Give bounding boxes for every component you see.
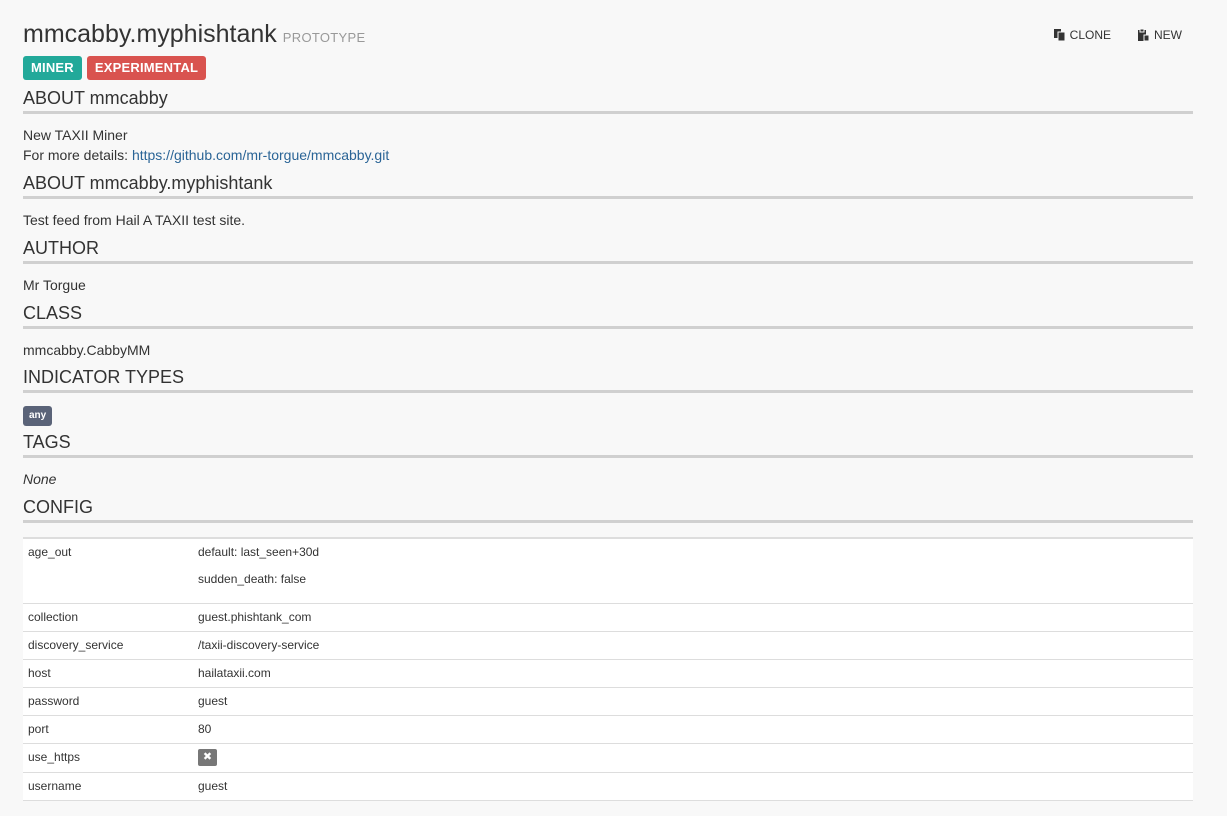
section-tags: TAGS None [23, 430, 1193, 489]
new-label: NEW [1154, 28, 1182, 42]
section-heading: CONFIG [23, 495, 1193, 523]
badges: MINER EXPERIMENTAL [23, 56, 207, 80]
config-row-password: password guest [23, 688, 1193, 716]
experimental-badge: EXPERIMENTAL [86, 56, 207, 80]
config-value-line: default: last_seen+30d [198, 545, 320, 559]
config-row-port: port 80 [23, 716, 1193, 744]
section-about-package: ABOUT mmcabby New TAXII Miner For more d… [23, 86, 1193, 165]
config-row-age-out: age_out default: last_seen+30d sudden_de… [23, 539, 1193, 604]
config-key: port [28, 722, 49, 736]
miner-badge: MINER [23, 56, 82, 80]
section-class: CLASS mmcabby.CabbyMM [23, 301, 1193, 360]
indicator-types-body: any [23, 393, 1193, 426]
clone-button[interactable]: CLONE [1053, 28, 1111, 42]
config-row-use-https: use_https ✖ [23, 744, 1193, 773]
tags-value: None [23, 471, 57, 487]
author-value: Mr Torgue [23, 277, 86, 293]
section-author: AUTHOR Mr Torgue [23, 236, 1193, 295]
new-icon [1138, 29, 1149, 41]
config-value: guest.phishtank_com [198, 610, 312, 624]
config-key: host [28, 666, 51, 680]
header-actions: CLONE NEW [1053, 28, 1182, 42]
section-heading: INDICATOR TYPES [23, 365, 1193, 393]
config-value: /taxii-discovery-service [198, 638, 320, 652]
package-description: New TAXII Miner [23, 127, 128, 143]
x-icon: ✖ [198, 749, 217, 766]
config-key: username [28, 779, 82, 793]
section-heading: ABOUT mmcabby.myphishtank [23, 171, 1193, 199]
status-label: PROTOTYPE [282, 30, 366, 45]
section-heading: ABOUT mmcabby [23, 86, 1193, 114]
indicator-type-badge: any [23, 406, 53, 426]
details-link[interactable]: https://github.com/mr-torgue/mmcabby.git [132, 147, 389, 163]
config-table: age_out default: last_seen+30d sudden_de… [23, 537, 1193, 801]
config-value-line: sudden_death: false [198, 572, 307, 586]
prototype-description: Test feed from Hail A TAXII test site. [23, 212, 246, 228]
page-title: mmcabby.myphishtank [23, 20, 277, 48]
config-value: guest [198, 779, 228, 793]
title-row: mmcabby.myphishtank PROTOTYPE [23, 17, 365, 51]
config-key: age_out [28, 545, 72, 559]
section-heading: CLASS [23, 301, 1193, 329]
config-value: guest [198, 694, 228, 708]
config-value: hailataxii.com [198, 666, 271, 680]
section-body: New TAXII Miner For more details: https:… [23, 114, 1193, 165]
config-row-username: username guest [23, 773, 1193, 801]
section-config: CONFIG [23, 495, 1193, 523]
clone-icon [1053, 29, 1065, 41]
section-heading: AUTHOR [23, 236, 1193, 264]
section-heading: TAGS [23, 430, 1193, 458]
new-button[interactable]: NEW [1138, 28, 1182, 42]
config-value: 80 [198, 722, 212, 736]
config-key: password [28, 694, 80, 708]
section-indicator-types: INDICATOR TYPES any [23, 365, 1193, 426]
config-row-collection: collection guest.phishtank_com [23, 604, 1193, 632]
config-value: default: last_seen+30d sudden_death: fal… [198, 539, 1193, 603]
package-details: For more details: https://github.com/mr-… [23, 145, 1193, 165]
clone-label: CLONE [1069, 28, 1111, 42]
config-key: use_https [28, 750, 81, 764]
config-row-host: host hailataxii.com [23, 660, 1193, 688]
config-key: collection [28, 610, 79, 624]
details-prefix: For more details: [23, 147, 132, 163]
section-about-prototype: ABOUT mmcabby.myphishtank Test feed from… [23, 171, 1193, 230]
config-row-discovery-service: discovery_service /taxii-discovery-servi… [23, 632, 1193, 660]
config-value: ✖ [198, 744, 1193, 772]
config-key: discovery_service [28, 638, 124, 652]
class-value: mmcabby.CabbyMM [23, 342, 151, 358]
